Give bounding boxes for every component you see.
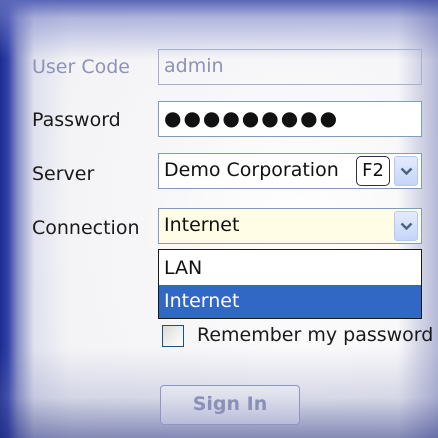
- chevron-down-icon: [400, 222, 413, 231]
- connection-dropdown-button[interactable]: [394, 211, 418, 241]
- remember-password-label[interactable]: Remember my password: [197, 324, 433, 346]
- password-label: Password: [32, 109, 121, 131]
- server-label: Server: [32, 163, 95, 185]
- user-code-label: User Code: [32, 56, 130, 78]
- chevron-down-icon: [400, 167, 413, 176]
- remember-password-checkbox[interactable]: [162, 325, 184, 347]
- connection-select[interactable]: Internet: [158, 208, 422, 244]
- connection-label: Connection: [32, 217, 140, 239]
- password-field[interactable]: ●●●●●●●●●: [158, 101, 422, 137]
- login-dialog: User Code admin Password ●●●●●●●●● Serve…: [0, 0, 438, 438]
- connection-dropdown-list: LAN Internet: [158, 249, 422, 319]
- user-code-field[interactable]: admin: [158, 49, 422, 85]
- server-dropdown-button[interactable]: [394, 156, 418, 186]
- connection-option-internet[interactable]: Internet: [159, 285, 421, 318]
- server-lookup-f2-button[interactable]: F2: [356, 156, 390, 186]
- sign-in-button[interactable]: Sign In: [160, 385, 300, 425]
- connection-option-lan[interactable]: LAN: [159, 252, 421, 285]
- server-value: Demo Corporation: [164, 159, 339, 181]
- connection-value: Internet: [164, 214, 240, 236]
